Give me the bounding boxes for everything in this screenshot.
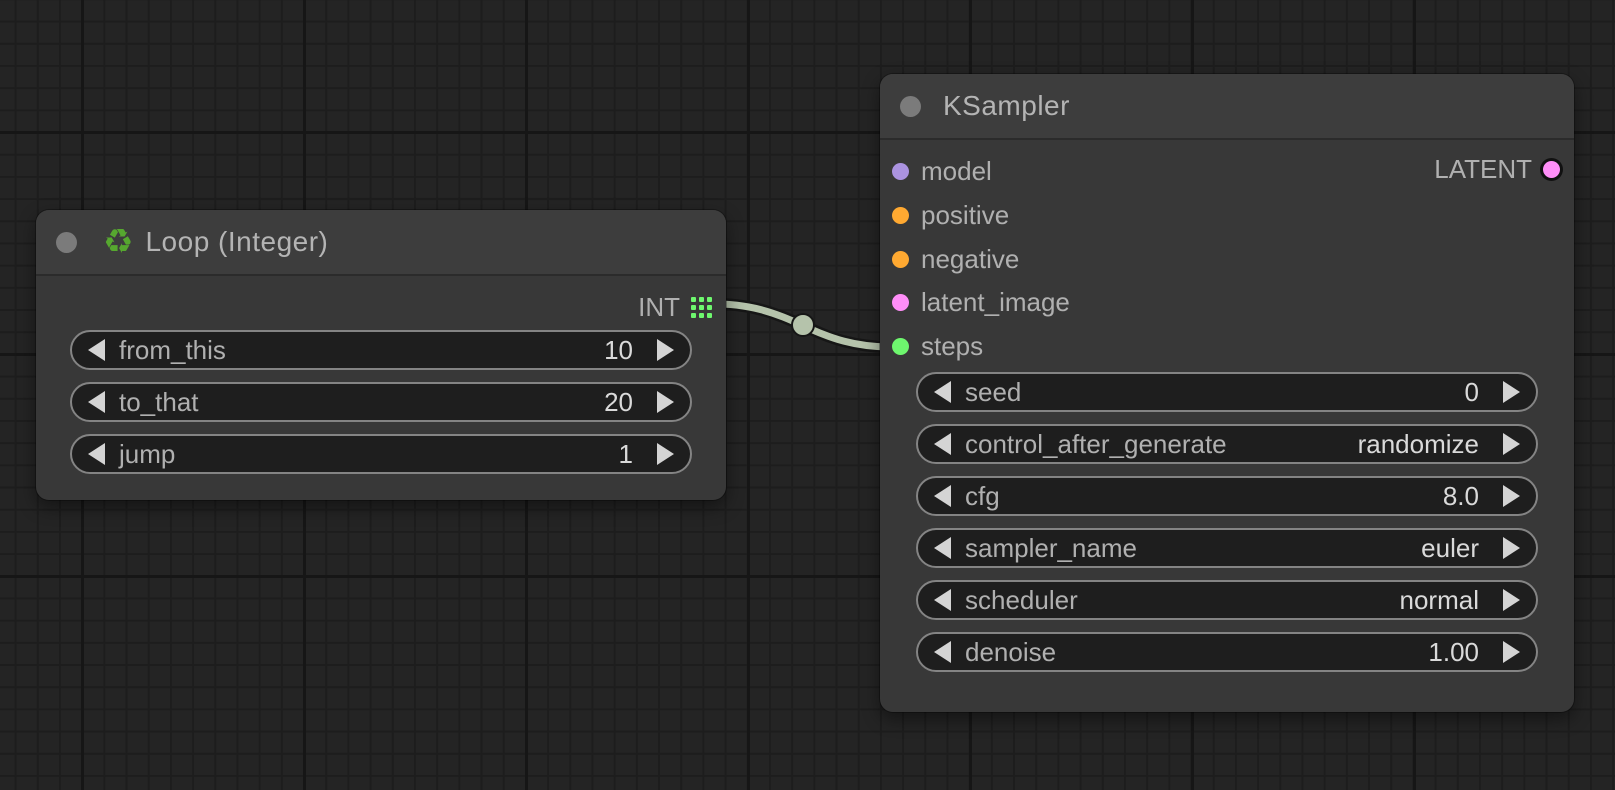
positive-slot-dot[interactable] xyxy=(892,207,909,224)
input-slot-latent_image[interactable]: latent_image xyxy=(892,287,1070,317)
latent-image-slot-dot[interactable] xyxy=(892,294,909,311)
decrement-arrow-icon[interactable] xyxy=(934,641,951,663)
loop-integer-node[interactable]: ♻ Loop (Integer) INT from_this 10 to_tha… xyxy=(36,210,726,500)
decrement-arrow-icon[interactable] xyxy=(934,485,951,507)
decrement-arrow-icon[interactable] xyxy=(88,443,105,465)
wire-midpoint-dot xyxy=(792,314,814,336)
widget-value[interactable]: 1.00 xyxy=(1428,637,1503,668)
widget-label: from_this xyxy=(119,335,226,366)
widget-label: to_that xyxy=(119,387,199,418)
widget-label: jump xyxy=(119,439,175,470)
decrement-arrow-icon[interactable] xyxy=(88,339,105,361)
output-slot-label: LATENT xyxy=(1434,154,1532,185)
widget-scheduler[interactable]: scheduler normal xyxy=(916,580,1538,620)
prev-option-arrow-icon[interactable] xyxy=(934,433,951,455)
decrement-arrow-icon[interactable] xyxy=(934,381,951,403)
negative-slot-dot[interactable] xyxy=(892,251,909,268)
widget-sampler_name[interactable]: sampler_name euler xyxy=(916,528,1538,568)
widget-label: scheduler xyxy=(965,585,1078,616)
input-slot-label: latent_image xyxy=(921,287,1070,318)
widget-value[interactable]: euler xyxy=(1421,533,1503,564)
input-slot-steps[interactable]: steps xyxy=(892,331,983,361)
widget-value[interactable]: 1 xyxy=(619,439,657,470)
widget-label: control_after_generate xyxy=(965,429,1227,460)
increment-arrow-icon[interactable] xyxy=(1503,381,1520,403)
widget-label: cfg xyxy=(965,481,1000,512)
widget-value[interactable]: 10 xyxy=(604,335,657,366)
node-graph-canvas[interactable]: { "canvas": { "background_color": "#2424… xyxy=(0,0,1615,790)
loop-node-titlebar[interactable]: ♻ Loop (Integer) xyxy=(36,210,726,276)
widget-value[interactable]: 8.0 xyxy=(1443,481,1503,512)
increment-arrow-icon[interactable] xyxy=(1503,641,1520,663)
widget-label: sampler_name xyxy=(965,533,1137,564)
widget-value[interactable]: 0 xyxy=(1465,377,1503,408)
widget-jump[interactable]: jump 1 xyxy=(70,434,692,474)
int-grid-output-icon[interactable] xyxy=(691,297,712,318)
node-title: KSampler xyxy=(943,90,1070,122)
output-slot-int[interactable]: INT xyxy=(638,292,712,322)
widget-control_after_generate[interactable]: control_after_generate randomize xyxy=(916,424,1538,464)
input-slot-label: negative xyxy=(921,244,1019,275)
widget-to_that[interactable]: to_that 20 xyxy=(70,382,692,422)
input-slot-positive[interactable]: positive xyxy=(892,200,1009,230)
node-title: Loop (Integer) xyxy=(145,226,328,258)
input-slot-label: positive xyxy=(921,200,1009,231)
widget-cfg[interactable]: cfg 8.0 xyxy=(916,476,1538,516)
output-slot-label: INT xyxy=(638,292,680,323)
latent-output-dot[interactable] xyxy=(1543,161,1560,178)
widget-label: seed xyxy=(965,377,1021,408)
steps-slot-dot[interactable] xyxy=(892,338,909,355)
increment-arrow-icon[interactable] xyxy=(657,391,674,413)
widget-value[interactable]: randomize xyxy=(1358,429,1503,460)
output-slot-latent[interactable]: LATENT xyxy=(1434,154,1560,184)
widget-label: denoise xyxy=(965,637,1056,668)
increment-arrow-icon[interactable] xyxy=(657,443,674,465)
model-slot-dot[interactable] xyxy=(892,163,909,180)
input-slot-model[interactable]: model xyxy=(892,156,992,186)
collapse-dot[interactable] xyxy=(900,96,921,117)
next-option-arrow-icon[interactable] xyxy=(1503,537,1520,559)
input-slot-label: steps xyxy=(921,331,983,362)
widget-seed[interactable]: seed 0 xyxy=(916,372,1538,412)
input-slot-label: model xyxy=(921,156,992,187)
input-slot-negative[interactable]: negative xyxy=(892,244,1019,274)
widget-value[interactable]: 20 xyxy=(604,387,657,418)
recycle-icon: ♻ xyxy=(103,225,133,259)
ksampler-node[interactable]: KSampler model positive negative latent_… xyxy=(880,74,1574,712)
decrement-arrow-icon[interactable] xyxy=(88,391,105,413)
collapse-dot[interactable] xyxy=(56,232,77,253)
increment-arrow-icon[interactable] xyxy=(657,339,674,361)
prev-option-arrow-icon[interactable] xyxy=(934,589,951,611)
ksampler-node-titlebar[interactable]: KSampler xyxy=(880,74,1574,140)
increment-arrow-icon[interactable] xyxy=(1503,485,1520,507)
next-option-arrow-icon[interactable] xyxy=(1503,589,1520,611)
widget-denoise[interactable]: denoise 1.00 xyxy=(916,632,1538,672)
widget-value[interactable]: normal xyxy=(1400,585,1503,616)
widget-from_this[interactable]: from_this 10 xyxy=(70,330,692,370)
next-option-arrow-icon[interactable] xyxy=(1503,433,1520,455)
prev-option-arrow-icon[interactable] xyxy=(934,537,951,559)
